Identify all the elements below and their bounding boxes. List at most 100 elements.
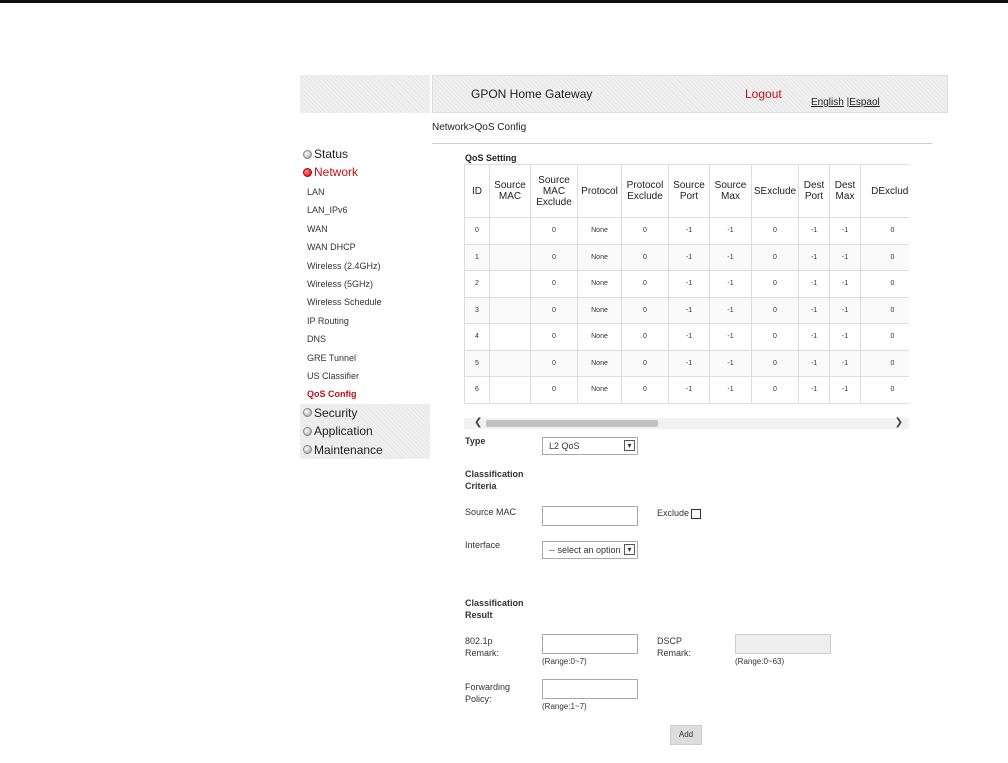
table-header-cell: Source MAC [489,164,531,218]
table-cell: 0 [530,243,578,271]
nav-network-label: Network [314,165,359,179]
table-header-cell: Source MAC Exclude [530,164,578,218]
logo-area [300,75,430,113]
table-row[interactable]: 0 0 None 0 -1 -1 0 -1 -1 0 [464,217,909,245]
language-switch: English |Espaol [811,97,880,108]
qos-table: ID Source MAC Source MAC Exclude Protocol Pr… [464,164,909,404]
result-heading-2: Result [465,610,493,620]
table-cell: 4 [464,323,490,351]
type-select[interactable]: L2 QoS ▾ [542,437,638,455]
table-header-cell: Dest Port [798,164,830,218]
table-row[interactable]: 2 0 None 0 -1 -1 0 -1 -1 0 [464,270,909,298]
nav-maintenance[interactable]: Maintenance [300,441,430,460]
table-cell: 0 [751,349,799,377]
table-cell [489,376,531,404]
table-cell: -1 [668,376,710,404]
table-cell: 0 [860,296,909,324]
table-header-cell: Source Port [668,164,710,218]
table-cell: 6 [464,376,490,404]
table-cell: -1 [709,270,752,298]
sidebar-item-dns[interactable]: DNS [300,330,430,348]
table-cell: 0 [621,217,669,245]
chevron-right-icon[interactable]: ❯ [895,417,903,428]
sidebar-item-us-classifier[interactable]: US Classifier [300,367,430,385]
top-border [0,0,1008,3]
nav-security[interactable]: Security [300,404,430,423]
lang-english-link[interactable]: English [811,97,844,108]
sidebar-item-wireless-5ghz[interactable]: Wireless (5GHz) [300,275,430,293]
remark-8021p-label-1: 802.1p [465,636,493,646]
table-row[interactable]: 5 0 None 0 -1 -1 0 -1 -1 0 [464,349,909,377]
type-label: Type [465,436,486,446]
nav-status[interactable]: Status [300,145,430,163]
table-cell: -1 [798,323,830,351]
dscp-label-1: DSCP [657,636,683,646]
table-cell [489,349,531,377]
sidebar-item-wireless-24ghz[interactable]: Wireless (2.4GHz) [300,257,430,275]
table-row[interactable]: 1 0 None 0 -1 -1 0 -1 -1 0 [464,243,909,271]
chevron-down-icon: ▾ [624,544,635,555]
table-cell: -1 [709,243,752,271]
table-cell: -1 [829,270,861,298]
remark-8021p-range: (Range:0~7) [542,657,587,666]
sidebar-item-wireless-schedule[interactable]: Wireless Schedule [300,293,430,311]
table-cell: 0 [530,270,578,298]
table-row[interactable]: 4 0 None 0 -1 -1 0 -1 -1 0 [464,323,909,351]
criteria-heading-1: Classification [465,469,524,479]
sidebar-nav: Status Network LAN LAN_IPv6 WAN WAN DHCP… [300,145,430,460]
table-cell: 0 [621,349,669,377]
sidebar-item-wan[interactable]: WAN [300,220,430,238]
table-cell: 0 [860,243,909,271]
table-cell: 0 [464,217,490,245]
interface-select[interactable]: -- select an option ▾ [542,541,638,559]
remark-8021p-input[interactable] [542,634,638,654]
table-cell: 0 [751,243,799,271]
bullet-icon [303,445,312,455]
table-row[interactable]: 3 0 None 0 -1 -1 0 -1 -1 0 [464,296,909,324]
scrollbar-thumb[interactable] [486,420,658,427]
table-cell: -1 [798,349,830,377]
table-horizontal-scrollbar[interactable]: ❮ ❯ [464,417,909,429]
sidebar-item-gre-tunnel[interactable]: GRE Tunnel [300,349,430,367]
lang-espanol-link[interactable]: Espaol [849,97,880,108]
sidebar-item-ip-routing[interactable]: IP Routing [300,312,430,330]
remark-8021p-label-2: Remark: [465,648,500,658]
table-cell: 2 [464,270,490,298]
table-cell: 0 [621,243,669,271]
chevron-down-icon: ▾ [624,440,635,451]
breadcrumb-divider [432,143,932,144]
bullet-icon [303,426,312,436]
forwarding-policy-input[interactable] [542,679,638,699]
logout-link[interactable]: Logout [745,87,782,101]
table-header-cell: Dest Max [829,164,861,218]
table-cell: -1 [798,296,830,324]
nav-bottom-group: Security Application Maintenance [300,403,430,460]
table-cell: 0 [530,217,578,245]
nav-network[interactable]: Network [300,163,430,181]
table-cell: 0 [621,296,669,324]
table-cell: 0 [860,376,909,404]
sidebar-item-lan[interactable]: LAN [300,183,430,201]
table-cell: -1 [798,376,830,404]
breadcrumb: Network>QoS Config [432,122,527,133]
sidebar-item-wan-dhcp[interactable]: WAN DHCP [300,238,430,256]
forwarding-range: (Range:1~7) [542,702,587,711]
exclude-checkbox[interactable] [691,508,702,519]
table-cell: None [577,376,622,404]
dscp-remark-input[interactable] [735,634,831,654]
table-cell: 0 [860,217,909,245]
nav-maintenance-label: Maintenance [314,442,383,457]
table-row[interactable]: 6 0 None 0 -1 -1 0 -1 -1 0 [464,376,909,404]
table-cell: -1 [798,217,830,245]
sidebar-item-lan-ipv6[interactable]: LAN_IPv6 [300,201,430,219]
sidebar-item-qos-config[interactable]: QoS Config [300,385,430,403]
chevron-left-icon[interactable]: ❮ [474,417,482,428]
table-cell: 1 [464,243,490,271]
exclude-group: Exclude [657,508,702,519]
source-mac-input[interactable] [542,506,638,526]
table-cell [489,243,531,271]
add-button[interactable]: Add [670,725,702,745]
exclude-label: Exclude [657,508,690,518]
nav-application[interactable]: Application [300,422,430,441]
table-cell: 0 [530,296,578,324]
